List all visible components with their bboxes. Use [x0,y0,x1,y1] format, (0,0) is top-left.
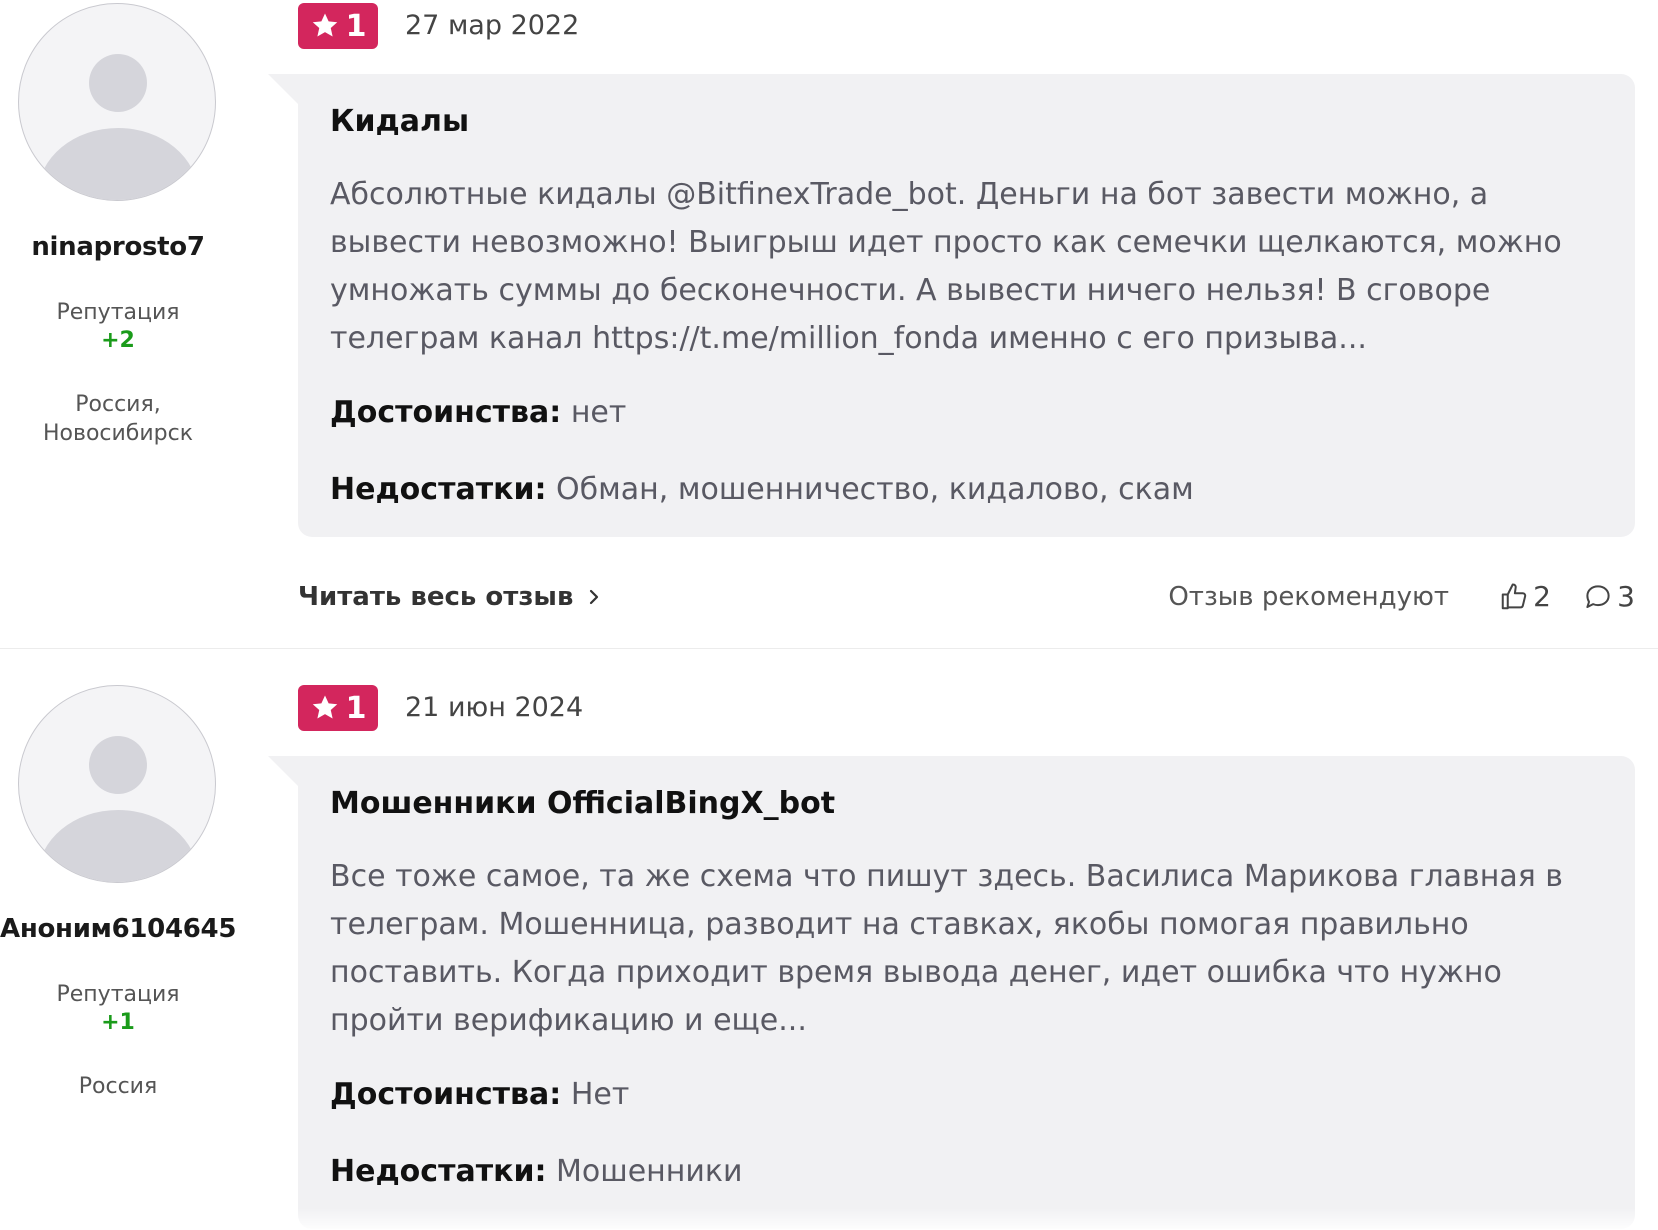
username[interactable]: ninaprosto7 [0,232,236,262]
cons-value: Обман, мошенничество, кидалово, скам [556,472,1194,507]
review-date: 21 июн 2024 [405,692,584,723]
reputation-label: Репутация [56,982,180,1007]
bubble-tail [268,74,298,104]
rating-value: 1 [345,8,367,44]
comments-count: 3 [1617,580,1635,613]
review-title[interactable]: Мошенники OfficialBingX_bot [330,786,1603,821]
likes-count: 2 [1533,580,1551,613]
chevron-right-icon [590,589,599,605]
review-title[interactable]: Кидалы [330,104,1603,139]
review-content[interactable]: Кидалы Абсолютные кидалы @BitfinexTrade_… [298,74,1635,537]
pros-value: нет [570,395,627,430]
cons-label: Недостатки: [330,1154,547,1189]
rating-badge: 1 [298,685,378,731]
cons-label: Недостатки: [330,472,547,507]
review-card: ninaprosto7 Репутация +2 Россия, Новосиб… [0,0,1658,649]
reputation-value: +1 [101,1010,135,1035]
pros-value: Нет [570,1077,630,1112]
review-cons: Недостатки: Мошенники [330,1154,1603,1189]
review-text[interactable]: Все тоже самое, та же схема что пишут зд… [330,853,1603,1045]
thumbs-up-icon [1501,583,1527,609]
review-pros: Достоинства: нет [330,395,1603,430]
review-card: Аноним6104645 Репутация +1 Россия 1 21 и… [0,682,1658,1230]
review-text[interactable]: Абсолютные кидалы @BitfinexTrade_bot. Де… [330,171,1603,363]
user-location: Россия, Новосибирск [42,392,194,446]
star-icon [312,13,337,37]
cons-value: Мошенники [556,1154,743,1189]
bubble-tail [268,756,298,786]
pros-label: Достоинства: [330,395,562,430]
recommend-label: Отзыв рекомендуют [1168,582,1449,612]
user-location: Россия [78,1074,158,1099]
bottom-fade [0,1208,1658,1230]
comment-bubble-icon [1586,584,1610,608]
rating-value: 1 [345,690,367,726]
avatar[interactable] [18,685,216,883]
review-content[interactable]: Мошенники OfficialBingX_bot Все тоже сам… [298,756,1635,1229]
avatar[interactable] [18,3,216,201]
like-button[interactable]: 2 [1499,580,1551,613]
user-placeholder-icon [38,54,198,200]
reputation-label: Репутация [56,300,180,325]
review-date: 27 мар 2022 [405,10,580,41]
user-placeholder-icon [38,736,198,882]
rating-badge: 1 [298,3,378,49]
star-icon [312,695,337,719]
read-more-label: Читать весь отзыв [298,582,574,612]
username[interactable]: Аноним6104645 [0,914,236,944]
comments-button[interactable]: 3 [1583,580,1635,613]
pros-label: Достоинства: [330,1077,562,1112]
review-pros: Достоинства: Нет [330,1077,1603,1112]
read-full-review-link[interactable]: Читать весь отзыв [298,582,601,612]
reputation-value: +2 [101,328,135,353]
review-footer: Читать весь отзыв Отзыв рекомендуют 2 3 [298,580,1635,622]
review-cons: Недостатки: Обман, мошенничество, кидало… [330,472,1603,507]
